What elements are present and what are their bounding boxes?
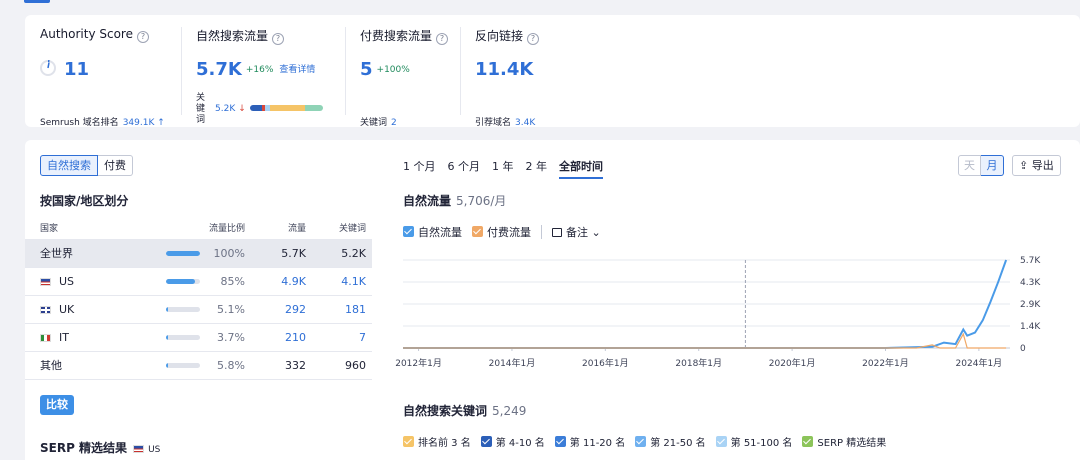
y-tick-label: 2.9K [1020, 300, 1041, 310]
gauge-icon [40, 60, 56, 76]
x-tick-label: 2012年1月 [395, 357, 442, 369]
top-tab-indicator [24, 0, 50, 3]
y-tick-label: 5.7K [1020, 256, 1041, 266]
checkbox-icon [403, 436, 414, 447]
kw-bar-segment [270, 105, 306, 111]
checkbox-icon [715, 436, 727, 447]
keywords-label: 关键词 [196, 93, 206, 125]
organic-traffic-delta: +16% [245, 65, 274, 75]
keyword-legend-item[interactable]: SERP 精选结果 [802, 434, 886, 449]
organic-keywords-title: 自然搜索关键词 5,249 [403, 404, 527, 418]
organic-keywords: 关键词 5.2K ↓ [196, 93, 346, 127]
organic-traffic-value[interactable]: 5.7K +16% 查看详情 [196, 59, 315, 80]
organic-traffic-chart[interactable]: 0 1.4K 2.9K 4.3K 5.7K 2012年1月 2014年1月 2016年1月 20… [25, 140, 1080, 380]
semrush-rank: Semrush 域名排名 349.1K ↑ [40, 118, 165, 128]
semrush-rank-value[interactable]: 349.1K ↑ [123, 118, 165, 128]
serp-features-title: SERP 精选结果 US [40, 441, 161, 455]
serp-country: US [148, 445, 161, 455]
x-tick-label: 2014年1月 [489, 357, 536, 369]
authority-score-title: Authority Score [40, 27, 133, 41]
authority-score-metric: Authority Score? 11 Semrush 域名排名 349.1K ↑ [40, 27, 180, 128]
x-tick-label: 2024年1月 [956, 357, 1003, 369]
info-icon[interactable]: ? [527, 33, 540, 45]
keyword-legend-item[interactable]: 第 11-20 名 [554, 434, 625, 449]
organic-traffic-metric: 自然搜索流量? 5.7K +16% 查看详情 关键词 5.2K ↓ [196, 27, 346, 125]
y-tick-label: 0 [1020, 344, 1026, 354]
referring-domains-value[interactable]: 3.4K [515, 118, 535, 128]
paid-traffic-value[interactable]: 5 +100% [360, 59, 410, 80]
paid-keywords: 关键词 2 [360, 118, 397, 128]
paid-traffic-delta: +100% [376, 65, 410, 75]
checkbox-icon [635, 436, 647, 447]
x-tick-label: 2022年1月 [862, 357, 909, 369]
authority-score-value: 11 [40, 59, 89, 80]
y-tick-label: 1.4K [1020, 322, 1041, 332]
referring-domains: 引荐域名 3.4K [475, 118, 536, 128]
organic-keywords-count: 5,249 [492, 404, 527, 418]
paid-traffic-title: 付费搜索流量 [360, 29, 433, 43]
checkbox-icon [554, 436, 566, 447]
y-tick-label: 4.3K [1020, 278, 1041, 288]
x-tick-label: 2018年1月 [675, 357, 722, 369]
divider [181, 27, 182, 115]
down-arrow-icon: ↓ [238, 104, 246, 114]
us-flag-icon [133, 445, 145, 453]
info-icon[interactable]: ? [272, 33, 285, 45]
keyword-legend-item[interactable]: 排名前 3 名 [403, 434, 471, 449]
info-icon[interactable]: ? [436, 33, 449, 45]
checkbox-icon [802, 436, 814, 447]
divider [460, 27, 461, 115]
x-tick-label: 2016年1月 [582, 357, 629, 369]
compare-button[interactable]: 比较 [40, 395, 74, 415]
keyword-position-legend: 排名前 3 名第 4-10 名第 11-20 名第 21-50 名第 51-10… [403, 434, 886, 449]
organic-traffic-title: 自然搜索流量 [196, 29, 269, 43]
backlinks-metric: 反向链接? 11.4K 引荐域名 3.4K [475, 27, 595, 128]
checkbox-icon [480, 436, 492, 447]
keyword-legend-item[interactable]: 第 4-10 名 [480, 434, 545, 449]
keyword-legend-item[interactable]: 第 21-50 名 [635, 434, 706, 449]
overview-card: 自然搜索 付费 按国家/地区划分 国家 流量比例 流量 关键词 全世界 100% 5… [25, 140, 1080, 460]
paid-keywords-value[interactable]: 2 [391, 118, 397, 128]
kw-bar-segment [305, 105, 323, 111]
paid-traffic-line [403, 332, 1007, 349]
backlinks-value[interactable]: 11.4K [475, 59, 533, 80]
paid-traffic-metric: 付费搜索流量? 5 +100% 关键词 2 [360, 27, 470, 128]
keyword-legend-item[interactable]: 第 51-100 名 [715, 434, 792, 449]
keywords-value[interactable]: 5.2K [215, 104, 235, 114]
info-icon[interactable]: ? [136, 31, 149, 43]
backlinks-title: 反向链接 [475, 29, 524, 43]
keyword-distribution-bar [250, 105, 323, 111]
divider [345, 27, 346, 115]
view-details-link[interactable]: 查看详情 [279, 65, 315, 75]
kw-bar-segment [250, 105, 263, 111]
x-tick-label: 2020年1月 [769, 357, 816, 369]
summary-card: Authority Score? 11 Semrush 域名排名 349.1K ↑… [25, 15, 1080, 128]
